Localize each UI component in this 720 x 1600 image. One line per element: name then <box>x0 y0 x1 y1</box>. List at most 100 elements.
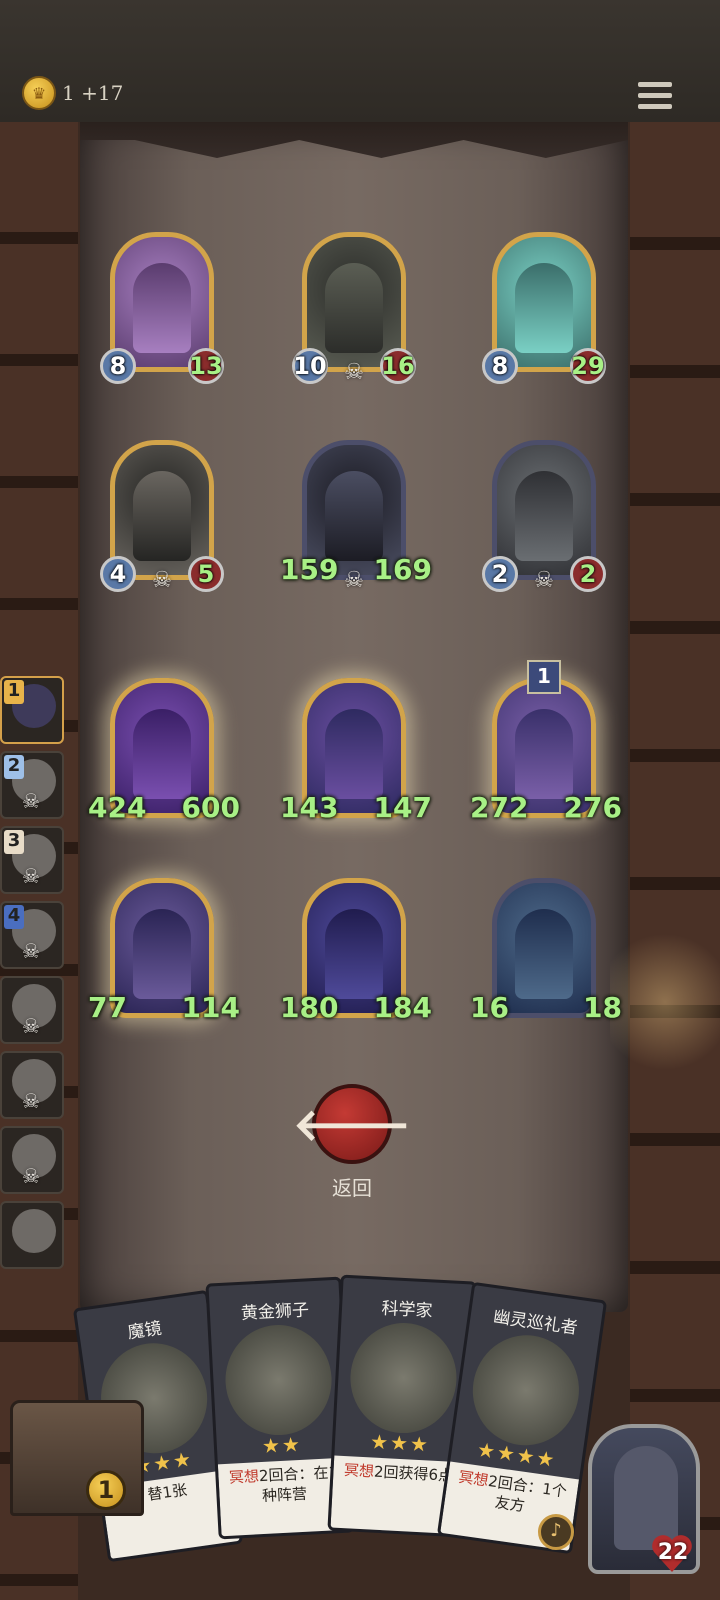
unit-attack: 2 <box>491 560 509 588</box>
board-unit[interactable]: 159 169 ☠ <box>280 440 432 593</box>
unit-portrait <box>515 909 573 999</box>
unit-health: 16 <box>381 352 415 380</box>
unit-portrait <box>133 909 191 999</box>
board-unit[interactable]: 8 29 <box>482 232 606 384</box>
board-unit[interactable]: 10 16 ☠ <box>292 232 416 385</box>
unit-health: 2 <box>579 560 597 588</box>
unit-portrait <box>133 263 191 353</box>
board-unit[interactable]: 77 114 <box>88 878 240 1028</box>
player-avatar <box>12 1209 56 1253</box>
back-label: 返回 <box>332 1176 372 1200</box>
card-keyword: 冥想 <box>228 1467 260 1487</box>
card-desc-text: 2回获得6点 <box>373 1462 454 1485</box>
board-unit[interactable]: 424 600 <box>88 678 240 828</box>
player-rank: 4 <box>4 905 24 929</box>
health-badge: 5 <box>188 556 224 592</box>
skull-icon: ☠ <box>22 1014 40 1038</box>
unit-portrait <box>515 709 573 799</box>
attack-badge: 8 <box>482 348 518 384</box>
sidebar-player-slot[interactable] <box>0 1201 64 1269</box>
card-keyword: 冥想 <box>457 1467 490 1490</box>
unit-portrait <box>133 709 191 799</box>
sidebar-player-slot[interactable]: ☠ <box>0 1126 64 1194</box>
card-desc-text: 2回合：在1种阵营 <box>258 1463 339 1506</box>
card-desc-text: 2回合：1个友方 <box>487 1472 568 1516</box>
unit-health: 147 <box>373 791 432 824</box>
unit-portrait <box>325 909 383 999</box>
unit-attack: 16 <box>470 991 509 1024</box>
skull-icon: ☠ <box>152 568 172 593</box>
attack-badge: 8 <box>100 348 136 384</box>
unit-health: 18 <box>583 991 622 1024</box>
unit-health: 184 <box>373 991 432 1024</box>
unit-health: 169 <box>373 553 432 586</box>
tier-badge: 1 <box>527 660 561 694</box>
player-rank: 2 <box>4 755 24 779</box>
card-name: 科学家 <box>381 1298 434 1322</box>
player-rank: 3 <box>4 830 24 854</box>
unit-portrait <box>515 471 573 561</box>
hamburger-menu-icon[interactable] <box>638 82 672 112</box>
board-unit[interactable]: 8 13 <box>100 232 224 384</box>
unit-health: 29 <box>571 352 605 380</box>
gold-text: 1 +17 <box>62 81 124 105</box>
chest-count: 1 <box>86 1470 126 1510</box>
sidebar-player-slot[interactable]: ☠ <box>0 976 64 1044</box>
lamp-glow <box>610 922 720 1082</box>
card-stars: ★★★ <box>369 1429 431 1457</box>
card-art <box>347 1320 460 1436</box>
unit-attack: 10 <box>293 352 327 380</box>
unit-health: 5 <box>197 560 215 588</box>
back-button[interactable]: 🡐 <box>293 1084 411 1164</box>
crown-coin-icon: ♛ <box>22 76 56 110</box>
skull-icon: ☠ <box>344 568 364 593</box>
sidebar-player-slot[interactable]: 2 ☠ <box>0 751 64 819</box>
board-unit[interactable]: 16 18 <box>470 878 622 1028</box>
unit-portrait <box>325 263 383 353</box>
skull-icon: ☠ <box>22 864 40 888</box>
attack-badge: 10 <box>292 348 328 384</box>
unit-attack: 159 <box>280 553 339 586</box>
top-bar: ♛ 1 +17 <box>0 0 720 125</box>
board-unit[interactable]: 4 5 ☠ <box>100 440 224 593</box>
unit-portrait <box>325 471 383 561</box>
bell-icon[interactable]: ♪ <box>538 1514 574 1550</box>
card-keyword: 冥想 <box>343 1461 375 1481</box>
skull-icon: ☠ <box>22 1089 40 1113</box>
unit-portrait <box>515 263 573 353</box>
sidebar-player-slot[interactable]: 4 ☠ <box>0 901 64 969</box>
health-badge: 13 <box>188 348 224 384</box>
unit-attack: 272 <box>470 791 529 824</box>
hero-health: 22 <box>657 1540 689 1565</box>
unit-attack: 424 <box>88 791 147 824</box>
board-unit[interactable]: 2 2 ☠ <box>482 440 606 593</box>
skull-icon: ☠ <box>22 939 40 963</box>
player-sidebar: 1 2 ☠ 3 ☠ 4 ☠ ☠ ☠ ☠ <box>0 676 70 1276</box>
skull-icon: ☠ <box>22 1164 40 1188</box>
board-unit[interactable]: 143 147 <box>280 678 432 828</box>
unit-portrait <box>133 471 191 561</box>
skull-icon: ☠ <box>344 360 364 385</box>
player-rank: 1 <box>4 680 24 704</box>
health-badge: 16 <box>380 348 416 384</box>
board-unit[interactable]: 1 272 276 <box>470 660 622 828</box>
card-stars: ★★ <box>261 1431 303 1458</box>
unit-portrait <box>325 709 383 799</box>
health-badge: 29 <box>570 348 606 384</box>
sidebar-player-slot[interactable]: 1 <box>0 676 64 744</box>
skull-icon: ☠ <box>22 789 40 813</box>
arrow-left-icon: 🡐 <box>293 1100 411 1151</box>
card-art <box>222 1322 335 1438</box>
unit-attack: 143 <box>280 791 339 824</box>
unit-attack: 8 <box>491 352 509 380</box>
board-unit[interactable]: 180 184 <box>280 878 432 1028</box>
sidebar-player-slot[interactable]: ☠ <box>0 1051 64 1119</box>
unit-attack: 180 <box>280 991 339 1024</box>
sidebar-player-slot[interactable]: 3 ☠ <box>0 826 64 894</box>
skull-icon: ☠ <box>534 568 554 593</box>
unit-attack: 4 <box>109 560 127 588</box>
health-badge: 2 <box>570 556 606 592</box>
unit-attack: 77 <box>88 991 127 1024</box>
unit-health: 600 <box>181 791 240 824</box>
card-name: 黄金狮子 <box>240 1300 310 1324</box>
